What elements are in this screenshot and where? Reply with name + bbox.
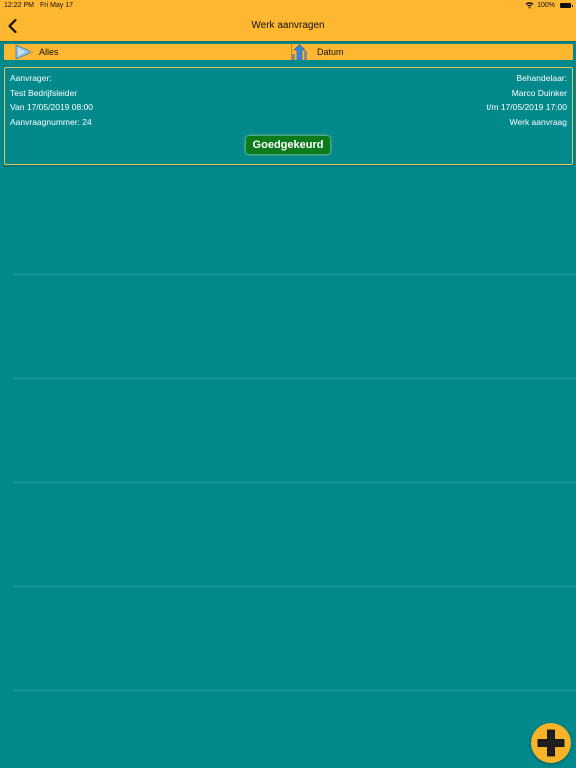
empty-row-divider: [13, 690, 576, 691]
empty-row-divider: [13, 274, 576, 275]
empty-row-divider: [13, 378, 576, 379]
wifi-icon: [525, 2, 534, 9]
requester-name: Test Bedrijfsleider: [10, 88, 78, 98]
request-from: Van 17/05/2019 08:00: [10, 102, 94, 112]
handler-label: Behandelaar:: [516, 73, 567, 83]
status-date: Fri May 17: [40, 2, 74, 9]
battery-percent: 100%: [537, 2, 555, 9]
empty-row-divider: [13, 482, 576, 483]
status-approved-badge[interactable]: Goedgekeurd: [246, 136, 330, 154]
filter-funnel-icon: [15, 44, 33, 60]
requester-label: Aanvrager:: [10, 73, 52, 83]
status-bar: 12:22 PM Fri May 17 100%: [0, 0, 576, 11]
filter-bar: Alles Datum: [4, 44, 573, 60]
sort-date-label: Datum: [317, 47, 344, 57]
nav-shadow: [0, 41, 576, 43]
request-until: t/m 17/05/2019 17:00: [486, 102, 567, 112]
filter-all-label: Alles: [39, 47, 59, 57]
filter-all-button[interactable]: Alles: [4, 44, 291, 60]
handler-name: Marco Duinker: [511, 88, 567, 98]
request-type: Werk aanvraag: [509, 117, 567, 127]
status-time: 12:22 PM: [4, 2, 34, 9]
navigation-bar: Werk aanvragen: [0, 11, 576, 41]
sort-up-arrow-icon: [292, 44, 307, 60]
empty-row-divider: [13, 586, 576, 587]
request-card[interactable]: Aanvrager: Test Bedrijfsleider Van 17/05…: [4, 67, 573, 165]
sort-date-button[interactable]: Datum: [287, 44, 573, 60]
page-title: Werk aanvragen: [251, 20, 325, 31]
battery-icon: [560, 3, 573, 8]
plus-icon: [537, 729, 565, 757]
request-number: Aanvraagnummer: 24: [10, 117, 92, 127]
add-request-button[interactable]: [531, 723, 571, 763]
